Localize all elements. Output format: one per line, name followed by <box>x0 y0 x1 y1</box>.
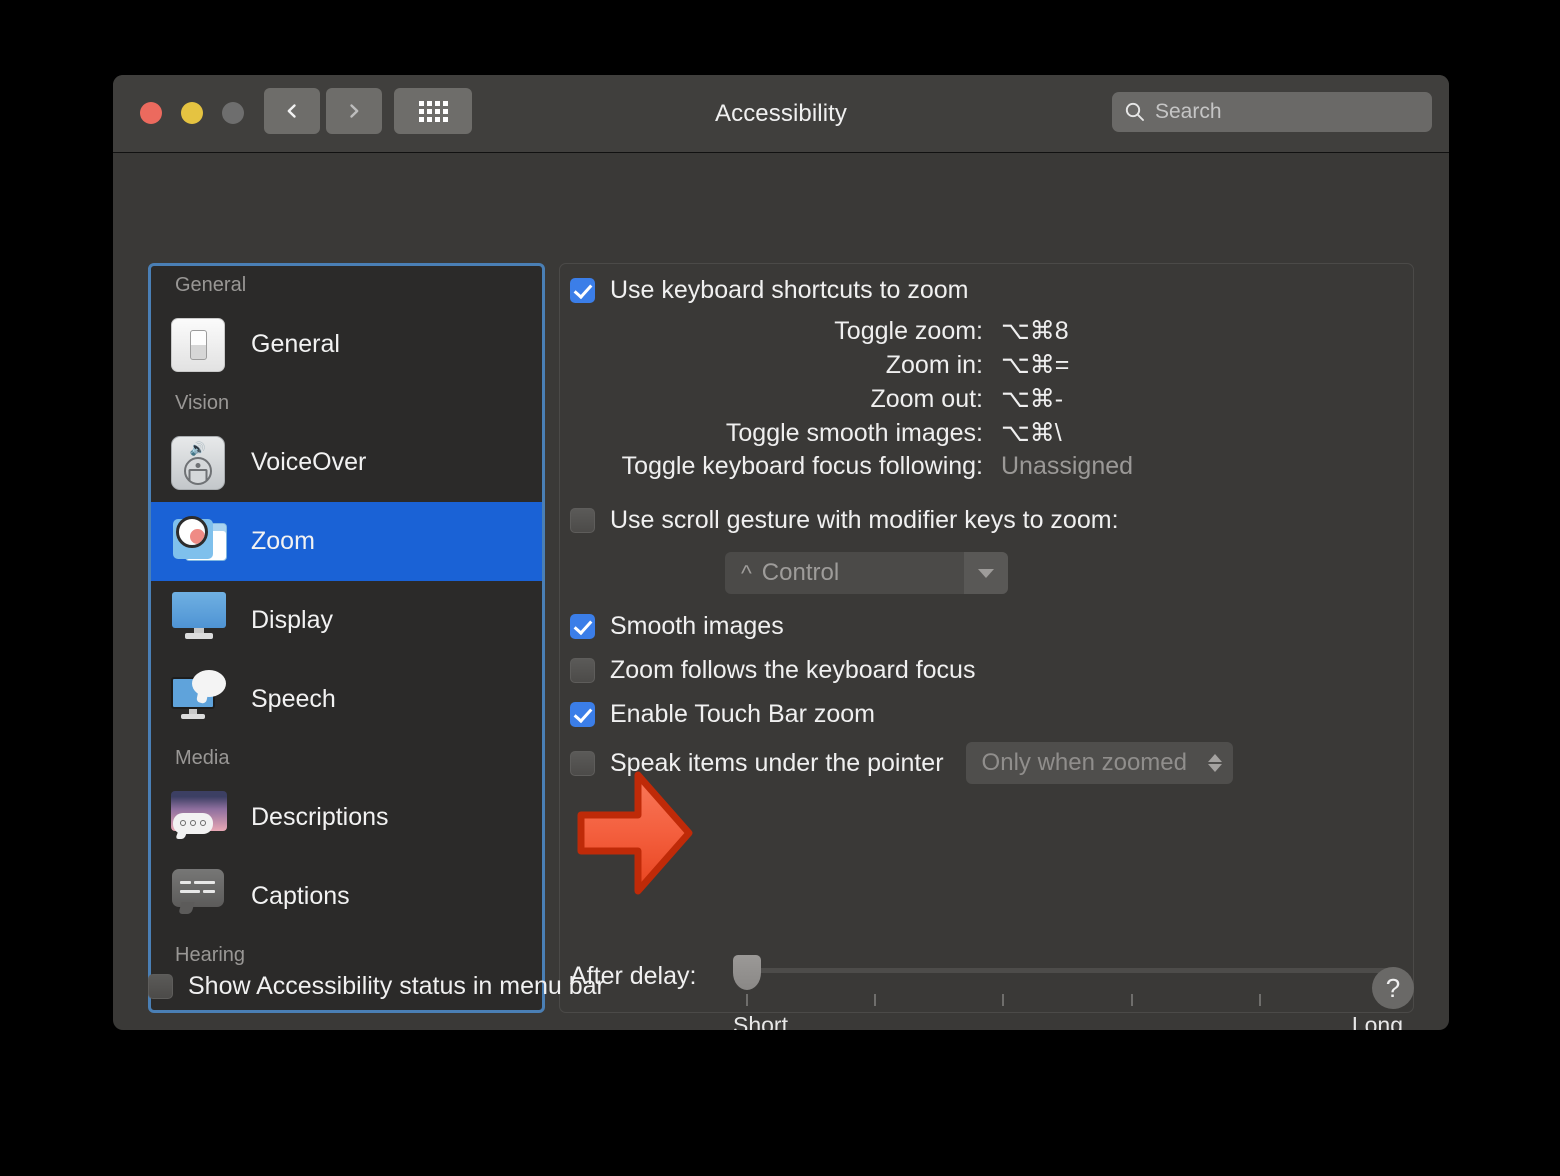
window-footer: Show Accessibility status in menu bar ? <box>148 967 1414 1009</box>
help-button[interactable]: ? <box>1372 967 1414 1009</box>
shortcut-label: Zoom out: <box>870 385 983 413</box>
scroll-gesture-checkbox-row[interactable]: Use scroll gesture with modifier keys to… <box>570 506 1119 535</box>
sidebar-item-label: General <box>251 330 340 358</box>
shortcut-value[interactable]: ⌥⌘8 <box>983 316 1143 346</box>
shortcut-label: Toggle smooth images: <box>725 419 983 447</box>
voiceover-icon: 🔊 <box>171 434 229 492</box>
shortcut-label: Toggle keyboard focus following: <box>621 452 983 480</box>
shortcut-value[interactable]: ⌥⌘\ <box>983 418 1143 448</box>
speak-items-checkbox[interactable] <box>570 750 595 776</box>
scroll-gesture-label: Use scroll gesture with modifier keys to… <box>610 506 1119 534</box>
scroll-gesture-checkbox[interactable] <box>570 508 595 533</box>
sidebar-item-general[interactable]: General <box>151 305 542 384</box>
shortcut-row: Toggle zoom: ⌥⌘8 <box>570 316 1143 350</box>
smooth-images-label: Smooth images <box>610 612 784 640</box>
zoom-follows-focus-label: Zoom follows the keyboard focus <box>610 656 976 684</box>
zoom-follows-focus-checkbox[interactable] <box>570 658 595 683</box>
search-icon <box>1125 102 1144 121</box>
sidebar-item-label: Zoom <box>251 527 315 555</box>
speak-items-popup-value: Only when zoomed <box>981 749 1187 776</box>
sidebar-item-voiceover[interactable]: 🔊 VoiceOver <box>151 423 542 502</box>
keyboard-shortcuts-checkbox-row[interactable]: Use keyboard shortcuts to zoom <box>570 276 969 305</box>
show-status-menu-bar-checkbox[interactable] <box>148 974 173 999</box>
smooth-images-row[interactable]: Smooth images <box>570 612 784 641</box>
chevron-down-icon[interactable] <box>964 552 1008 594</box>
touch-bar-zoom-checkbox[interactable] <box>570 702 595 727</box>
modifier-key-value: Control <box>761 559 840 586</box>
stepper-arrows-icon[interactable] <box>1197 742 1233 784</box>
sidebar-item-display[interactable]: Display <box>151 581 542 660</box>
sidebar-item-descriptions[interactable]: Descriptions <box>151 778 542 857</box>
modifier-key-popup[interactable]: ^ Control <box>725 552 1008 594</box>
shortcut-row: Zoom out: ⌥⌘- <box>570 384 1143 418</box>
shortcut-label: Toggle zoom: <box>834 317 983 345</box>
shortcut-value[interactable]: Unassigned <box>983 452 1143 481</box>
shortcut-row: Toggle keyboard focus following: Unassig… <box>570 452 1143 486</box>
speak-items-label: Speak items under the pointer <box>610 748 944 777</box>
shortcut-row: Zoom in: ⌥⌘= <box>570 350 1143 384</box>
touch-bar-zoom-row[interactable]: Enable Touch Bar zoom <box>570 700 875 729</box>
window-body: General General Vision 🔊 VoiceOver Zoom <box>113 153 1449 1030</box>
smooth-images-checkbox[interactable] <box>570 614 595 639</box>
preferences-window: Accessibility General General Vision 🔊 <box>113 75 1449 1030</box>
accessibility-sidebar[interactable]: General General Vision 🔊 VoiceOver Zoom <box>148 263 545 1013</box>
speak-items-row[interactable]: Speak items under the pointer Only when … <box>570 742 1233 784</box>
touch-bar-zoom-label: Enable Touch Bar zoom <box>610 700 875 728</box>
slider-max-label: Long <box>1351 1012 1403 1030</box>
shortcut-value[interactable]: ⌥⌘= <box>983 350 1143 380</box>
sidebar-item-zoom[interactable]: Zoom <box>151 502 542 581</box>
descriptions-icon <box>171 789 229 847</box>
speech-bubble-icon <box>171 669 229 729</box>
window-toolbar: Accessibility <box>113 75 1449 153</box>
show-status-menu-bar-label: Show Accessibility status in menu bar <box>188 972 605 1000</box>
shortcut-row: Toggle smooth images: ⌥⌘\ <box>570 418 1143 452</box>
shortcut-value[interactable]: ⌥⌘- <box>983 384 1143 414</box>
sidebar-group-media: Media <box>175 747 230 769</box>
captions-icon <box>171 868 229 926</box>
sidebar-item-label: VoiceOver <box>251 448 367 476</box>
zoom-settings-panel: Use keyboard shortcuts to zoom Toggle zo… <box>559 263 1414 1030</box>
sidebar-item-speech[interactable]: Speech <box>151 660 542 739</box>
keyboard-shortcuts-checkbox[interactable] <box>570 278 595 303</box>
sidebar-group-hearing: Hearing <box>175 944 246 966</box>
search-input[interactable] <box>1146 100 1432 124</box>
sidebar-item-captions[interactable]: Captions <box>151 857 542 936</box>
slider-min-label: Short <box>733 1012 788 1030</box>
search-box[interactable] <box>1112 92 1432 132</box>
sidebar-item-label: Display <box>251 606 333 634</box>
shortcut-list: Toggle zoom: ⌥⌘8 Zoom in: ⌥⌘= Zoom out: … <box>570 316 1143 486</box>
zoom-follows-focus-row[interactable]: Zoom follows the keyboard focus <box>570 656 975 685</box>
sidebar-item-label: Speech <box>251 685 336 713</box>
zoom-magnifier-icon <box>171 513 229 571</box>
sidebar-item-label: Descriptions <box>251 803 389 831</box>
sidebar-group-general: General <box>175 274 247 296</box>
control-symbol-icon: ^ <box>741 559 752 586</box>
sidebar-item-label: Captions <box>251 882 350 910</box>
sidebar-group-vision: Vision <box>175 392 230 414</box>
shortcut-label: Zoom in: <box>885 351 983 379</box>
speak-items-popup[interactable]: Only when zoomed <box>965 742 1233 784</box>
general-switch-icon <box>171 316 229 374</box>
display-monitor-icon <box>171 591 229 650</box>
keyboard-shortcuts-label: Use keyboard shortcuts to zoom <box>610 276 969 304</box>
